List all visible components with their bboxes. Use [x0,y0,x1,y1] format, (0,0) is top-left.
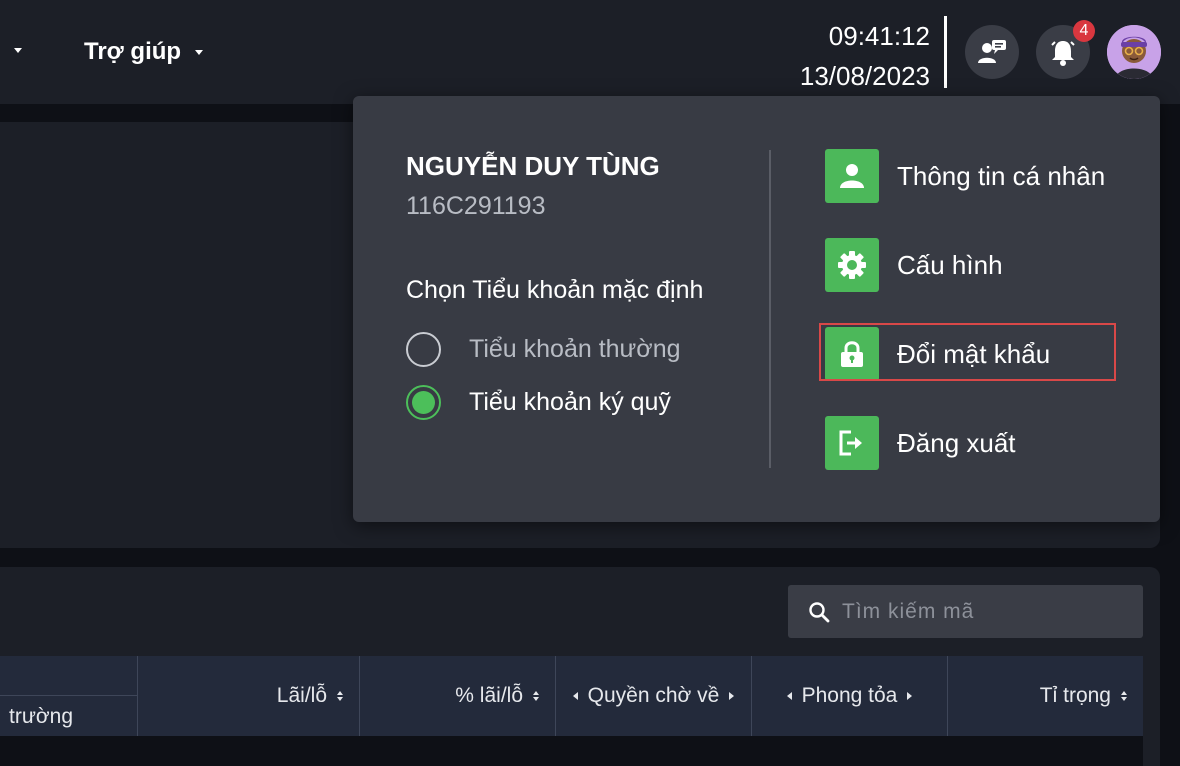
support-chat-icon [978,40,1006,63]
divider [944,16,947,88]
account-dropdown: NGUYỄN DUY TÙNG 116C291193 Chọn Tiểu kho… [353,96,1160,522]
search-input[interactable] [842,599,1122,624]
column-header-label: Lãi/lỗ [276,684,327,707]
column-header-profit-loss-percent[interactable]: % lãi/lỗ [359,656,555,736]
caret-right-icon[interactable] [907,692,913,700]
gear-icon [825,238,879,292]
column-header-pending-rights[interactable]: Quyền chờ về [555,656,751,736]
avatar-image [1107,25,1161,79]
sort-icon [337,691,343,701]
table-row [0,736,1143,766]
user-icon [825,149,879,203]
search-field[interactable] [788,585,1143,638]
notification-count-badge: 4 [1073,20,1095,42]
column-header-label: Quyền chờ về [587,684,720,707]
logout-icon [825,416,879,470]
chevron-down-icon [195,49,204,55]
divider [769,150,771,468]
bell-icon [1051,41,1075,66]
caret-right-icon[interactable] [729,692,735,700]
menu-item-settings[interactable]: Cấu hình [825,238,1003,292]
menu-item-label: Cấu hình [897,249,1003,280]
nav-menu-help-label: Trợ giúp [84,38,182,65]
column-header-label: % lãi/lỗ [455,684,523,707]
clock-date: 13/08/2023 [799,61,930,91]
nav-menu-help[interactable]: Trợ giúp [84,38,204,66]
clock-time: 09:41:12 [828,21,930,51]
column-header-blocked[interactable]: Phong tỏa [751,656,947,736]
support-chat-button[interactable] [965,25,1019,79]
subaccount-option-margin[interactable]: Tiểu khoản ký quỹ [406,385,671,420]
subaccount-option-regular[interactable]: Tiểu khoản thường [406,332,681,367]
caret-left-icon[interactable] [786,692,792,700]
default-subaccount-label: Chọn Tiểu khoản mặc định [406,276,704,304]
radio-button-checked[interactable] [406,385,441,420]
account-id: 116C291193 [406,192,546,220]
clock: 09:41:12 13/08/2023 [800,16,930,96]
sort-icon [533,691,539,701]
avatar[interactable] [1107,25,1161,79]
user-name: NGUYỄN DUY TÙNG [406,151,660,181]
column-header-label: trường [9,705,74,728]
subaccount-option-label: Tiểu khoản thường [469,335,681,363]
menu-item-personal-info[interactable]: Thông tin cá nhân [825,149,1105,203]
column-header-market[interactable]: trường [0,656,137,736]
divider [0,695,137,696]
search-icon [809,601,830,622]
subaccount-option-label: Tiểu khoản ký quỹ [469,388,671,416]
sort-icon [1121,691,1127,701]
radio-button[interactable] [406,332,441,367]
chevron-down-icon[interactable] [14,48,22,53]
caret-left-icon[interactable] [572,692,578,700]
menu-item-label: Đăng xuất [897,427,1016,458]
column-header-label: Phong tỏa [801,684,898,707]
column-header-label: Tỉ trọng [1039,684,1111,707]
column-header-weight[interactable]: Tỉ trọng [947,656,1143,736]
column-header-profit-loss[interactable]: Lãi/lỗ [137,656,359,736]
menu-item-label: Thông tin cá nhân [897,160,1106,191]
menu-item-logout[interactable]: Đăng xuất [825,416,1016,470]
highlight-box [819,323,1116,381]
